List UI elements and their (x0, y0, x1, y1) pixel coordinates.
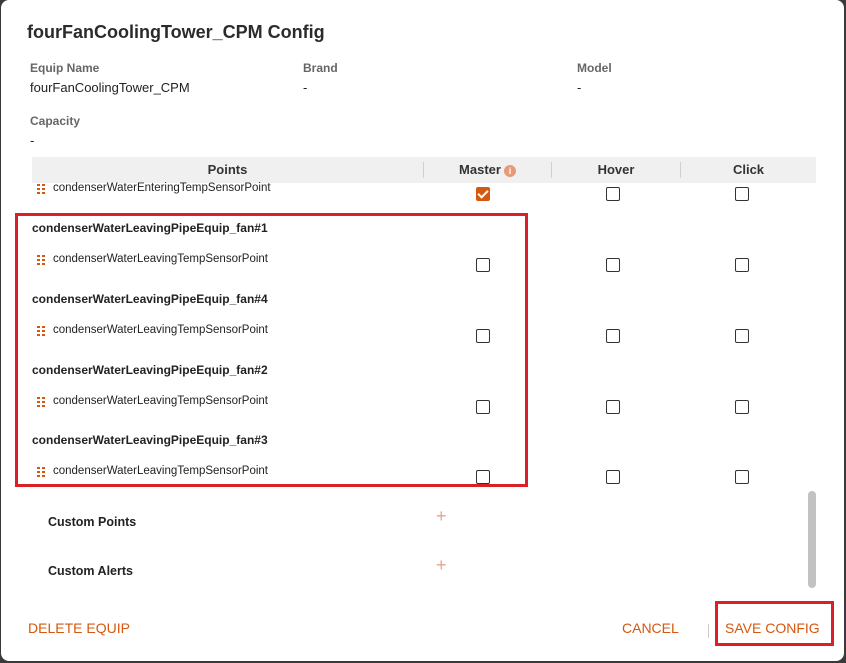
point-label: condenserWaterEnteringTempSensorPoint (53, 182, 271, 194)
hover-checkbox[interactable] (606, 258, 620, 272)
dialog-title: fourFanCoolingTower_CPM Config (27, 22, 325, 42)
click-checkbox[interactable] (735, 400, 749, 414)
info-icon[interactable]: i (503, 164, 516, 177)
footer-divider (708, 624, 709, 638)
capacity-value: - (30, 133, 35, 148)
highlight-annotation (715, 601, 834, 646)
custom-alerts-label: Custom Alerts (48, 564, 133, 578)
hover-checkbox[interactable] (606, 187, 620, 201)
click-header: Click (732, 162, 765, 177)
config-dialog: fourFanCoolingTower_CPM Config Equip Nam… (1, 0, 844, 661)
capacity-label: Capacity (30, 114, 81, 128)
delete-equip-button[interactable]: DELETE EQUIP (28, 620, 130, 636)
custom-points-label: Custom Points (48, 515, 137, 529)
points-table-header: Points Master i Hover Click (32, 157, 816, 183)
brand-value: - (303, 80, 308, 95)
scrollbar-thumb[interactable] (808, 491, 816, 588)
grip-icon[interactable] (37, 184, 45, 194)
add-custom-point-icon[interactable]: + (436, 507, 447, 525)
hover-header: Hover (597, 162, 635, 177)
points-header: Points (207, 162, 248, 177)
click-checkbox[interactable] (735, 329, 749, 343)
master-header-label: Master (459, 162, 501, 177)
cancel-button[interactable]: CANCEL (622, 620, 679, 636)
model-value: - (577, 80, 582, 95)
model-label: Model (577, 61, 612, 75)
add-custom-alert-icon[interactable]: + (436, 556, 447, 574)
hover-checkbox[interactable] (606, 329, 620, 343)
click-checkbox[interactable] (735, 187, 749, 201)
click-checkbox[interactable] (735, 258, 749, 272)
hover-checkbox[interactable] (606, 400, 620, 414)
equip-name-value: fourFanCoolingTower_CPM (30, 80, 190, 95)
highlight-annotation (15, 213, 528, 487)
brand-label: Brand (303, 61, 338, 75)
equip-name-label: Equip Name (30, 61, 100, 75)
master-checkbox[interactable] (476, 187, 490, 201)
master-header: Master i (424, 157, 551, 183)
hover-checkbox[interactable] (606, 470, 620, 484)
click-checkbox[interactable] (735, 470, 749, 484)
